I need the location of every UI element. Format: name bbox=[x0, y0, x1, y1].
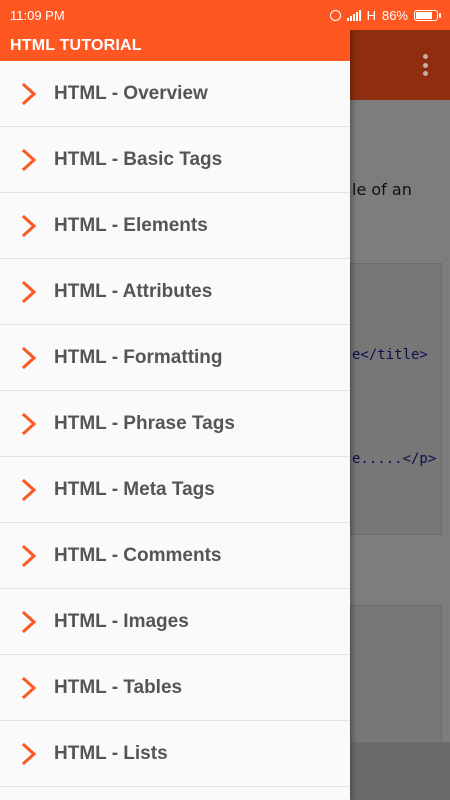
chevron-right-icon bbox=[21, 742, 37, 765]
chevron-right-icon bbox=[21, 346, 37, 369]
menu-item[interactable]: HTML - Phrase Tags bbox=[0, 391, 350, 457]
chevron-right-icon bbox=[21, 676, 37, 699]
overflow-menu-icon[interactable] bbox=[422, 54, 428, 76]
menu-item-label: HTML - Attributes bbox=[54, 280, 213, 302]
menu-item-label: HTML - Basic Tags bbox=[54, 148, 223, 170]
chevron-right-icon bbox=[21, 214, 37, 237]
menu-item-label: HTML - Overview bbox=[54, 82, 208, 104]
menu-item-label: HTML - Comments bbox=[54, 544, 222, 566]
status-bar: 11:09 PM H 86% bbox=[0, 0, 450, 30]
code-block bbox=[350, 263, 442, 535]
menu-item-label: HTML - Tables bbox=[54, 676, 183, 698]
menu-item-label: HTML - Elements bbox=[54, 214, 208, 236]
menu-item[interactable]: HTML - Formatting bbox=[0, 325, 350, 391]
battery-percent: 86% bbox=[381, 7, 408, 23]
status-time: 11:09 PM bbox=[10, 7, 65, 23]
battery-icon bbox=[414, 9, 441, 21]
chevron-right-icon bbox=[21, 280, 37, 303]
network-type: H bbox=[366, 7, 376, 23]
menu-item[interactable]: HTML - Images bbox=[0, 589, 350, 655]
menu-item[interactable]: HTML - Basic Tags bbox=[0, 127, 350, 193]
battery-fill bbox=[416, 11, 433, 19]
chevron-right-icon bbox=[21, 478, 37, 501]
menu-item[interactable]: HTML - Overview bbox=[0, 61, 350, 127]
bottom-bar-dimmed bbox=[350, 742, 450, 800]
chevron-right-icon bbox=[21, 148, 37, 171]
chevron-right-icon bbox=[21, 82, 37, 105]
chevron-right-icon bbox=[21, 610, 37, 633]
menu-item[interactable]: HTML - Tables bbox=[0, 655, 350, 721]
menu-item[interactable]: HTML - Attributes bbox=[0, 259, 350, 325]
drawer-menu-list: HTML - Overview HTML - Basic Tags HTML - E… bbox=[0, 61, 350, 787]
menu-item-label: HTML - Images bbox=[54, 610, 189, 632]
menu-item-label: HTML - Phrase Tags bbox=[54, 412, 235, 434]
status-icons: H 86% bbox=[329, 7, 441, 23]
menu-item-label: HTML - Meta Tags bbox=[54, 478, 215, 500]
menu-item[interactable]: HTML - Meta Tags bbox=[0, 457, 350, 523]
code-line: e</title> bbox=[352, 347, 428, 363]
menu-item[interactable]: HTML - Elements bbox=[0, 193, 350, 259]
content-text-fragment: le of an bbox=[352, 180, 412, 199]
chevron-right-icon bbox=[21, 412, 37, 435]
drawer-title: HTML TUTORIAL bbox=[0, 30, 350, 61]
navigation-drawer: HTML TUTORIAL HTML - Overview HTML - Basi… bbox=[0, 30, 350, 800]
code-line: e.....</p> bbox=[352, 451, 437, 467]
signal-strength-icon bbox=[346, 9, 361, 21]
chevron-right-icon bbox=[21, 544, 37, 567]
menu-item-label: HTML - Formatting bbox=[54, 346, 223, 368]
menu-item-label: HTML - Lists bbox=[54, 742, 168, 764]
menu-item[interactable]: HTML - Lists bbox=[0, 721, 350, 787]
code-block bbox=[350, 605, 442, 745]
menu-item[interactable]: HTML - Comments bbox=[0, 523, 350, 589]
alarm-clock-icon bbox=[329, 9, 341, 21]
